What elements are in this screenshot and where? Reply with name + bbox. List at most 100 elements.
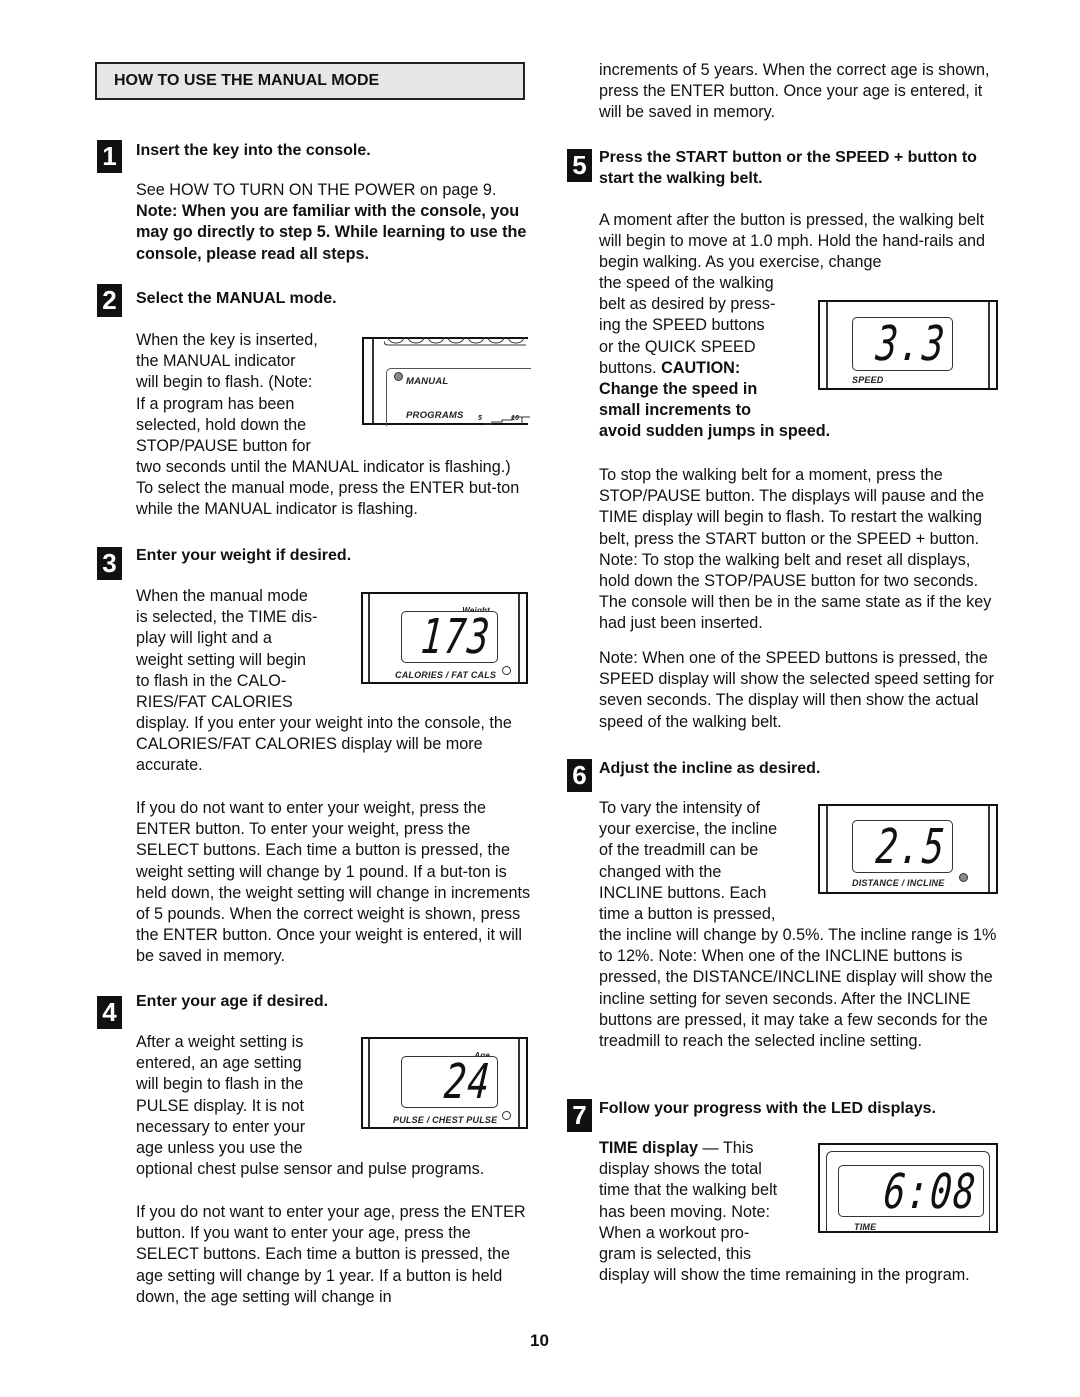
lcd-screen: 6:08 (838, 1164, 984, 1220)
text-line: selected, hold down the (136, 415, 307, 434)
step-number-badge: 4 (97, 996, 122, 1029)
step-wrap-text: When the key is inserted, the MANUAL ind… (136, 330, 356, 457)
step-title: Press the START button or the SPEED + bu… (599, 149, 977, 188)
page-number: 10 (530, 1331, 549, 1350)
step-title: Select the MANUAL mode. (136, 290, 337, 307)
step-title: Enter your weight if desired. (136, 547, 352, 564)
speed-label: SPEED (852, 375, 884, 385)
panel-rail (826, 302, 828, 388)
pulse-chest-pulse-label: PULSE / CHEST PULSE (393, 1115, 498, 1125)
text-line: play will light and a (136, 629, 272, 648)
pulse-indicator-led (502, 1111, 511, 1120)
incline-indicator-led (959, 873, 968, 882)
text-line: PULSE display. It is not (136, 1096, 304, 1115)
text-line: To vary the intensity of (599, 799, 761, 817)
age-value: 24 (442, 1054, 494, 1110)
lcd-screen: 24 (401, 1054, 498, 1110)
text-line: of the treadmill can be (599, 841, 759, 860)
lcd-screen: 2.5 (852, 819, 953, 875)
text-line: your exercise, the incline (599, 820, 778, 839)
text-line: to flash in the CALO- (136, 671, 287, 690)
time-display-illustration: 6:08 TIME (818, 1143, 998, 1233)
step-title: Insert the key into the console. (136, 142, 371, 159)
step-text: two seconds until the MANUAL indicator i… (136, 458, 520, 519)
incline-value: 2.5 (874, 819, 949, 875)
text-line: If a program has been (136, 394, 295, 413)
panel-rail (988, 302, 990, 388)
step-number-badge: 2 (97, 284, 122, 317)
lcd-screen: 3.3 (852, 316, 953, 372)
calories-fat-cals-label: CALORIES / FAT CALS (395, 670, 497, 680)
text-line: When a workout pro- (599, 1223, 750, 1242)
panel-rail (368, 594, 370, 682)
panel-rail (518, 594, 520, 682)
section-heading: HOW TO USE THE MANUAL MODE (95, 62, 525, 100)
step-text: To stop the walking belt for a moment, p… (599, 466, 992, 633)
panel-rail (518, 1039, 520, 1127)
manual-label: MANUAL (406, 376, 449, 387)
step-title: Adjust the incline as desired. (599, 760, 821, 777)
text-line: When the key is inserted, (136, 331, 318, 349)
step-wrap-text: To vary the intensity of your exercise, … (599, 798, 819, 925)
text-line: necessary to enter your (136, 1117, 306, 1136)
panel-rail (372, 339, 374, 423)
text-line: gram is selected, this (599, 1245, 752, 1264)
speed-display-illustration: 3.3 SPEED (818, 300, 998, 390)
text-line: display shows the total (599, 1160, 762, 1179)
caution-label: CAUTION: (661, 358, 741, 377)
program-tick-5: 5 (478, 415, 483, 422)
step-number-badge: 7 (567, 1099, 592, 1132)
calories-indicator-led (502, 666, 511, 675)
step-number-badge: 1 (97, 140, 122, 173)
step-body: See HOW TO TURN ON THE POWER on page 9. … (136, 180, 531, 265)
text-fragment: buttons. (599, 358, 662, 377)
panel-rail (826, 806, 828, 892)
weight-value: 173 (419, 609, 494, 665)
step-text: display. If you enter your weight into t… (136, 714, 512, 775)
text-line: age unless you use the (136, 1139, 303, 1158)
step-note: Note: When you are familiar with the con… (136, 202, 527, 263)
step-text: A moment after the button is pressed, th… (599, 211, 986, 272)
pulse-display-illustration: Age 24 PULSE / CHEST PULSE (361, 1037, 528, 1129)
text-line: time that the walking belt (599, 1181, 778, 1200)
text-line: After a weight setting is (136, 1033, 304, 1051)
step-text: If you do not want to enter your weight,… (136, 799, 531, 966)
text-fragment: — This (697, 1139, 754, 1157)
step-text: optional chest pulse sensor and pulse pr… (136, 1160, 485, 1178)
step-wrap-text: When the manual mode is selected, the TI… (136, 586, 356, 713)
text-line: time a button is pressed, (599, 905, 776, 924)
text-line: STOP/PAUSE button for (136, 437, 311, 456)
step-number-badge: 5 (567, 149, 592, 182)
step-wrap-text: After a weight setting is entered, an ag… (136, 1032, 356, 1159)
text-line: is selected, the TIME dis- (136, 608, 318, 627)
continued-text: increments of 5 years. When the correct … (599, 61, 990, 122)
program-profile-icon (484, 416, 530, 425)
step-text: If you do not want to enter your age, pr… (136, 1203, 526, 1306)
caution-line: small increments to (599, 401, 752, 420)
programs-label: PROGRAMS (406, 410, 464, 421)
text-line: has been moving. Note: (599, 1202, 770, 1221)
text-line: the speed of the walking (599, 274, 774, 292)
step-text: Note: When one of the SPEED buttons is p… (599, 649, 994, 731)
manual-indicator-led (394, 372, 403, 381)
step-number-badge: 6 (567, 759, 592, 792)
text-line: changed with the (599, 862, 722, 881)
step-number-badge: 3 (97, 547, 122, 580)
text-line: INCLINE buttons. Each (599, 883, 767, 902)
caution-line: avoid sudden jumps in speed. (599, 422, 831, 441)
step-text: See HOW TO TURN ON THE POWER on page 9. (136, 181, 497, 199)
text-line: will begin to flash. (Note: (136, 373, 313, 392)
time-value: 6:08 (882, 1164, 980, 1220)
text-line: weight setting will begin (136, 650, 307, 669)
text-line: the MANUAL indicator (136, 352, 296, 371)
step-wrap-text: TIME display — This display shows the to… (599, 1138, 819, 1265)
panel-rail (988, 806, 990, 892)
text-line: When the manual mode (136, 587, 308, 605)
speed-value: 3.3 (874, 316, 949, 372)
step-title: Enter your age if desired. (136, 993, 329, 1010)
incline-display-illustration: 2.5 DISTANCE / INCLINE (818, 804, 998, 894)
text-line: will begin to flash in the (136, 1075, 304, 1094)
step-text: display will show the time remaining in … (599, 1266, 970, 1284)
text-line: entered, an age setting (136, 1054, 302, 1073)
step-text: the incline will change by 0.5%. The inc… (599, 926, 997, 1051)
